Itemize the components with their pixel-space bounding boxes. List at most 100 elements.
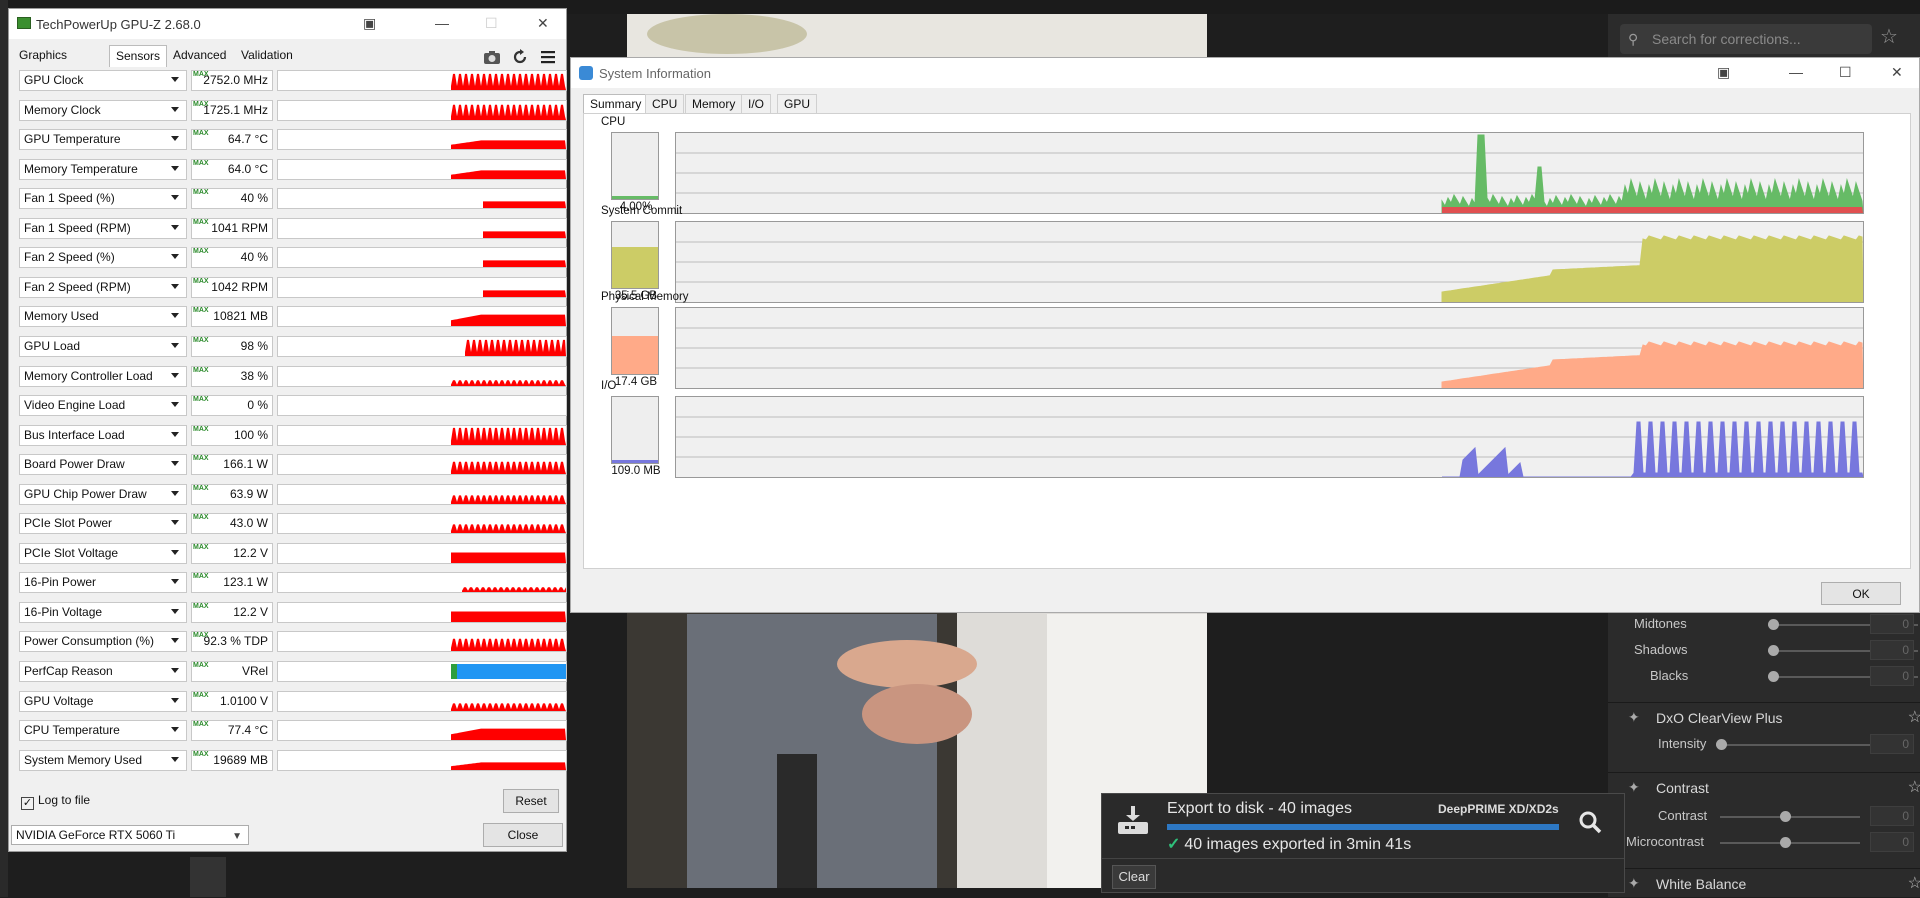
tab-summary[interactable]: Summary [583, 94, 649, 114]
gpu-select[interactable]: NVIDIA GeForce RTX 5060 Ti ▼ [11, 825, 249, 845]
reset-button[interactable]: Reset [503, 789, 559, 813]
sensor-name[interactable]: GPU Chip Power Draw [19, 484, 187, 505]
sensor-name[interactable]: Video Engine Load [19, 395, 187, 416]
blacks-slider[interactable]: Blacks 0 [1608, 664, 1920, 690]
white-balance-section[interactable]: ✦ White Balance ☆ [1608, 868, 1920, 898]
microcontrast-knob[interactable] [1780, 837, 1791, 848]
chevron-down-icon[interactable] [171, 107, 179, 112]
chevron-down-icon[interactable] [171, 166, 179, 171]
sensor-name[interactable]: Power Consumption (%) [19, 631, 187, 652]
close-window-button[interactable]: ✕ [1891, 64, 1903, 81]
sensor-name[interactable]: 16-Pin Power [19, 572, 187, 593]
sensor-name[interactable]: Fan 2 Speed (RPM) [19, 277, 187, 298]
sensor-name[interactable]: PCIe Slot Voltage [19, 543, 187, 564]
sensor-name[interactable]: PCIe Slot Power [19, 513, 187, 534]
sensor-name[interactable]: Fan 2 Speed (%) [19, 247, 187, 268]
chevron-down-icon[interactable] [171, 491, 179, 496]
tab-validation[interactable]: Validation [235, 45, 299, 67]
sensor-name[interactable]: Fan 1 Speed (%) [19, 188, 187, 209]
refresh-icon[interactable] [511, 49, 529, 65]
contrast-star-icon[interactable]: ☆ [1908, 777, 1920, 797]
chevron-down-icon[interactable] [171, 254, 179, 259]
chevron-down-icon[interactable] [171, 520, 179, 525]
midtones-knob[interactable] [1768, 619, 1779, 630]
search-icon[interactable] [1578, 810, 1602, 834]
chevron-down-icon[interactable] [171, 313, 179, 318]
screenshot-icon[interactable]: ▣ [1717, 64, 1730, 81]
shadows-value[interactable]: 0 [1870, 640, 1914, 660]
contrast-value[interactable]: 0 [1870, 806, 1914, 826]
chevron-down-icon[interactable] [171, 284, 179, 289]
chevron-down-icon[interactable] [171, 698, 179, 703]
chevron-down-icon[interactable] [171, 195, 179, 200]
sensor-name[interactable]: GPU Load [19, 336, 187, 357]
screenshot-icon[interactable]: ▣ [363, 15, 376, 32]
tab-advanced[interactable]: Advanced [167, 45, 232, 67]
blacks-value[interactable]: 0 [1870, 666, 1914, 686]
chevron-down-icon[interactable] [171, 432, 179, 437]
corrections-search-input[interactable]: ⚲ Search for corrections... [1620, 24, 1872, 54]
chevron-down-icon[interactable] [171, 136, 179, 141]
sensor-name[interactable]: GPU Temperature [19, 129, 187, 150]
chevron-down-icon[interactable] [171, 343, 179, 348]
log-to-file-checkbox[interactable]: ✓ Log to file [21, 793, 90, 810]
midtones-slider[interactable]: Midtones 0 [1608, 612, 1920, 638]
maximize-button[interactable]: ☐ [1839, 64, 1852, 81]
white-balance-star-icon[interactable]: ☆ [1908, 873, 1920, 893]
clearview-section[interactable]: ✦ DxO ClearView Plus ☆ [1608, 702, 1920, 732]
blacks-knob[interactable] [1768, 671, 1779, 682]
sensor-name[interactable]: Bus Interface Load [19, 425, 187, 446]
microcontrast-value[interactable]: 0 [1870, 832, 1914, 852]
contrast-section[interactable]: ✦ Contrast ☆ [1608, 772, 1920, 802]
sensor-name[interactable]: GPU Voltage [19, 691, 187, 712]
gpuz-titlebar[interactable]: TechPowerUp GPU-Z 2.68.0 ▣ — ☐ ✕ [9, 9, 566, 39]
maximize-button[interactable]: ☐ [485, 15, 498, 32]
tab-gpu[interactable]: GPU [777, 94, 818, 114]
chevron-down-icon[interactable] [171, 225, 179, 230]
minimize-button[interactable]: — [1789, 64, 1803, 80]
sensor-name[interactable]: Memory Used [19, 306, 187, 327]
microcontrast-slider[interactable]: Microcontrast 0 [1608, 830, 1920, 856]
sensor-name[interactable]: CPU Temperature [19, 720, 187, 741]
sensor-name[interactable]: Memory Clock [19, 100, 187, 121]
clear-button[interactable]: Clear [1112, 865, 1156, 889]
menu-icon[interactable] [539, 49, 557, 65]
chevron-down-icon[interactable] [171, 609, 179, 614]
shadows-slider[interactable]: Shadows 0 [1608, 638, 1920, 664]
sensor-name[interactable]: Memory Temperature [19, 159, 187, 180]
intensity-value[interactable]: 0 [1870, 734, 1914, 754]
sysinfo-titlebar[interactable]: System Information ▣ — ☐ ✕ [571, 58, 1919, 88]
chevron-down-icon[interactable] [171, 461, 179, 466]
favorites-star-icon[interactable]: ☆ [1880, 24, 1898, 49]
camera-icon[interactable] [483, 49, 501, 65]
tab-sensors[interactable]: Sensors [109, 45, 168, 67]
sensor-name[interactable]: GPU Clock [19, 70, 187, 91]
chevron-down-icon[interactable] [171, 579, 179, 584]
sensor-name[interactable]: Fan 1 Speed (RPM) [19, 218, 187, 239]
chevron-down-icon[interactable] [171, 727, 179, 732]
intensity-knob[interactable] [1716, 739, 1727, 750]
tab-memory[interactable]: Memory [685, 94, 743, 114]
checkbox-icon[interactable]: ✓ [21, 797, 34, 810]
close-button[interactable]: Close [483, 823, 563, 847]
sensor-name[interactable]: Board Power Draw [19, 454, 187, 475]
chevron-down-icon[interactable] [171, 77, 179, 82]
minimize-button[interactable]: — [435, 15, 449, 31]
contrast-slider[interactable]: Contrast 0 [1608, 804, 1920, 830]
intensity-slider[interactable]: Intensity 0 [1608, 732, 1920, 758]
shadows-knob[interactable] [1768, 645, 1779, 656]
clearview-star-icon[interactable]: ☆ [1908, 707, 1920, 727]
chevron-down-icon[interactable] [171, 668, 179, 673]
chevron-down-icon[interactable] [171, 373, 179, 378]
contrast-knob[interactable] [1780, 811, 1791, 822]
chevron-down-icon[interactable] [171, 402, 179, 407]
sensor-name[interactable]: System Memory Used [19, 750, 187, 771]
chevron-down-icon[interactable] [171, 757, 179, 762]
chevron-down-icon[interactable] [171, 638, 179, 643]
sensor-name[interactable]: Memory Controller Load [19, 366, 187, 387]
tab-io[interactable]: I/O [741, 94, 772, 114]
sensor-name[interactable]: PerfCap Reason [19, 661, 187, 682]
ok-button[interactable]: OK [1821, 582, 1901, 605]
tab-cpu[interactable]: CPU [645, 94, 685, 114]
close-window-button[interactable]: ✕ [537, 15, 549, 32]
